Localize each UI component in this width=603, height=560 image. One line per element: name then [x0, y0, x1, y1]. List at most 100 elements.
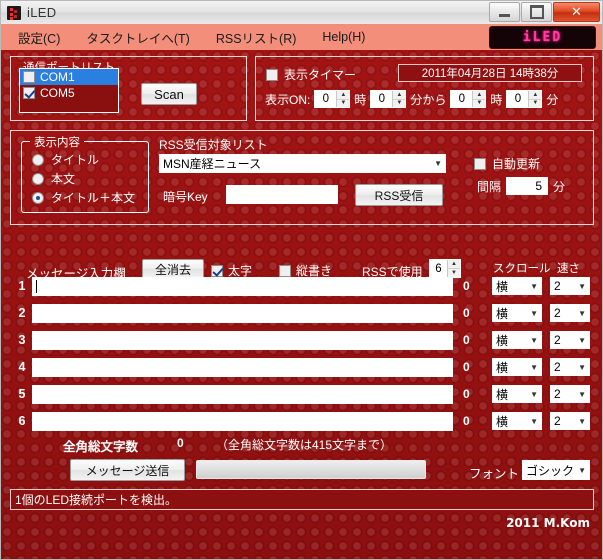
port-panel: 通信ポートリスト COM1 COM5 Scan [10, 56, 247, 121]
speed-dropdown-2[interactable]: 2 ▼ [550, 304, 590, 322]
com-port-list[interactable]: COM1 COM5 [19, 68, 119, 113]
from-minute-spinner[interactable]: 0 ▲ ▼ [370, 90, 407, 108]
iled-logo: iLED [489, 26, 596, 49]
menu-rss-list[interactable]: RSSリスト(R) [207, 26, 306, 49]
rss-feed-value: MSN産経ニュース [163, 157, 262, 171]
minimize-button[interactable] [489, 2, 520, 22]
crypto-key-input[interactable] [226, 185, 338, 204]
message-input-3[interactable] [32, 331, 453, 350]
rss-feed-dropdown[interactable]: MSN産経ニュース ▼ [159, 154, 446, 173]
auto-update-row[interactable]: 自動更新 [474, 155, 540, 172]
chevron-up-icon[interactable]: ▲ [529, 91, 542, 100]
speed-dropdown-3[interactable]: 2 ▼ [550, 331, 590, 349]
message-row-number: 2 [18, 306, 26, 320]
menu-help[interactable]: Help(H) [313, 28, 374, 46]
scroll-dropdown-1[interactable]: 横 ▼ [492, 277, 542, 295]
speed-value-1: 2 [554, 279, 561, 293]
chevron-down-icon[interactable]: ▼ [393, 100, 405, 108]
scroll-dropdown-3[interactable]: 横 ▼ [492, 331, 542, 349]
chevron-up-icon[interactable]: ▲ [337, 91, 350, 100]
display-on-label: 表示ON: [265, 92, 311, 107]
display-timer-checkbox[interactable] [266, 68, 278, 81]
hour-unit-label: 時 [354, 92, 367, 107]
chevron-down-icon[interactable]: ▼ [448, 269, 460, 277]
chevron-down-icon[interactable]: ▼ [337, 100, 349, 108]
chevron-down-icon: ▼ [530, 416, 538, 426]
scroll-dropdown-6[interactable]: 横 ▼ [492, 412, 542, 430]
speed-dropdown-4[interactable]: 2 ▼ [550, 358, 590, 376]
radio-body-button[interactable] [32, 172, 44, 185]
com5-label: COM5 [40, 86, 75, 100]
speed-dropdown-5[interactable]: 2 ▼ [550, 385, 590, 403]
font-label: フォント [469, 467, 520, 481]
message-input-4[interactable] [32, 358, 453, 377]
radio-title-body-label: タイトル＋本文 [51, 191, 136, 205]
interval-label: 間隔 [477, 179, 502, 194]
vertical-checkbox[interactable] [279, 264, 291, 277]
clear-all-button[interactable]: 全消去 [142, 259, 204, 279]
chevron-down-icon[interactable]: ▼ [473, 100, 485, 108]
maximize-icon [529, 5, 544, 19]
message-row-number: 3 [18, 333, 26, 347]
scroll-value-5: 横 [496, 387, 509, 402]
total-chars-value: 0 [177, 436, 184, 450]
chevron-down-icon: ▼ [578, 308, 586, 318]
chevron-down-icon[interactable]: ▼ [529, 100, 541, 108]
font-dropdown[interactable]: ゴシック ▼ [522, 460, 590, 480]
to-minute-spinner[interactable]: 0 ▲ ▼ [506, 90, 543, 108]
speed-value-4: 2 [554, 360, 561, 374]
bold-checkbox[interactable] [211, 264, 223, 277]
from-hour-arrows[interactable]: ▲ ▼ [336, 91, 350, 108]
message-input-1[interactable] [32, 277, 453, 296]
message-input-5[interactable] [32, 385, 453, 404]
to-hour-arrows[interactable]: ▲ ▼ [472, 91, 486, 108]
radio-title-body[interactable]: タイトル＋本文 [32, 189, 135, 206]
scroll-column-header: スクロール [493, 263, 551, 275]
rss-receive-button[interactable]: RSS受信 [355, 184, 443, 206]
to-minute-arrows[interactable]: ▲ ▼ [528, 91, 542, 108]
scroll-dropdown-5[interactable]: 横 ▼ [492, 385, 542, 403]
scroll-dropdown-2[interactable]: 横 ▼ [492, 304, 542, 322]
timer-checkbox-row[interactable]: 表示タイマー [266, 66, 356, 83]
scan-button[interactable]: Scan [141, 83, 197, 105]
com-port-item-com5[interactable]: COM5 [20, 85, 118, 101]
auto-update-checkbox[interactable] [474, 157, 486, 170]
interval-input[interactable]: 5 [506, 177, 549, 195]
speed-dropdown-1[interactable]: 2 ▼ [550, 277, 590, 295]
com-port-item-com1[interactable]: COM1 [20, 69, 118, 85]
message-row-number: 6 [18, 414, 26, 428]
to-hour-spinner[interactable]: 0 ▲ ▼ [450, 90, 487, 108]
message-input-6[interactable] [32, 412, 453, 431]
display-content-legend: 表示内容 [30, 134, 84, 150]
close-button[interactable]: ✕ [553, 2, 600, 22]
rss-use-spinner[interactable]: 6 ▲ ▼ [429, 259, 461, 278]
menu-tasktray[interactable]: タスクトレイへ(T) [77, 26, 198, 49]
radio-body[interactable]: 本文 [32, 170, 75, 187]
chevron-up-icon[interactable]: ▲ [473, 91, 486, 100]
radio-title-button[interactable] [32, 153, 44, 166]
radio-title[interactable]: タイトル [32, 151, 99, 168]
com1-label: COM1 [40, 70, 75, 84]
message-input-2[interactable] [32, 304, 453, 323]
radio-title-body-button[interactable] [32, 191, 44, 204]
menu-settings[interactable]: 設定(C) [9, 26, 69, 49]
maximize-button[interactable] [521, 2, 552, 22]
scroll-dropdown-4[interactable]: 横 ▼ [492, 358, 542, 376]
scroll-value-3: 横 [496, 333, 509, 348]
send-message-button[interactable]: メッセージ送信 [70, 459, 185, 481]
com1-checkbox[interactable] [23, 71, 35, 83]
chevron-up-icon[interactable]: ▲ [393, 91, 406, 100]
message-count-5: 0 [463, 387, 470, 401]
com5-checkbox[interactable] [23, 87, 35, 99]
rss-use-arrows[interactable]: ▲ ▼ [447, 260, 460, 277]
scroll-value-6: 横 [496, 414, 509, 429]
chevron-up-icon[interactable]: ▲ [448, 260, 460, 269]
chevron-down-icon: ▼ [578, 465, 586, 475]
from-hour-spinner[interactable]: 0 ▲ ▼ [314, 90, 351, 108]
message-row-number: 4 [18, 360, 26, 374]
from-minute-arrows[interactable]: ▲ ▼ [392, 91, 406, 108]
message-count-6: 0 [463, 414, 470, 428]
copyright-text: 2011 M.Kom [506, 516, 590, 530]
speed-dropdown-6[interactable]: 2 ▼ [550, 412, 590, 430]
display-content-group: 表示内容 タイトル 本文 タイトル＋本文 [21, 134, 149, 213]
